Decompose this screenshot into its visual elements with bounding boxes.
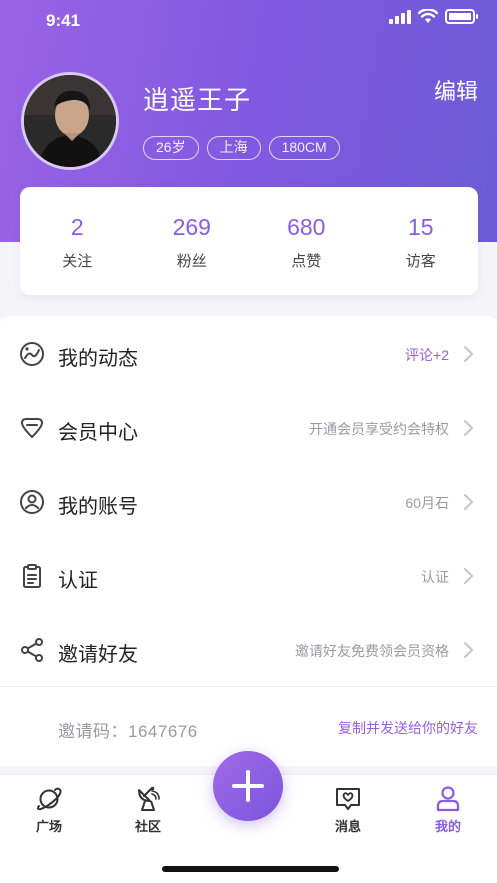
home-indicator[interactable]: [162, 866, 339, 872]
menu-label: 邀请好友: [58, 644, 138, 666]
profile-tags: 26岁 上海 180CM: [143, 136, 340, 160]
stats-card: 2 关注 269 粉丝 680 点赞 15 访客: [20, 187, 478, 295]
chevron-right-icon: [464, 346, 474, 362]
avatar-photo: [24, 75, 116, 167]
menu-label: 我的动态: [58, 348, 138, 370]
chevron-right-icon: [464, 420, 474, 436]
stat-likes[interactable]: 680 点赞: [249, 187, 364, 295]
tab-community[interactable]: 社区: [113, 785, 183, 835]
chevron-right-icon: [464, 568, 474, 584]
menu-item-account[interactable]: 我的账号 60月石: [0, 464, 497, 538]
satellite-dish-icon: [138, 786, 160, 811]
chevron-right-icon: [464, 642, 474, 658]
message-heart-icon: [336, 788, 360, 810]
tab-label: 社区: [134, 819, 161, 834]
tag-city: 上海: [206, 136, 261, 160]
menu-item-membership[interactable]: 会员中心 开通会员享受约会特权: [0, 390, 497, 464]
tab-mine[interactable]: 我的: [413, 785, 483, 835]
clipboard-icon: [23, 564, 41, 588]
signal-icon: [389, 9, 411, 24]
status-icons: [389, 9, 478, 24]
stat-value: 680: [287, 214, 326, 240]
menu-value: 开通会员享受约会特权: [309, 421, 449, 437]
chevron-right-icon: [464, 494, 474, 510]
stat-following[interactable]: 2 关注: [20, 187, 135, 295]
globe-icon: [20, 342, 44, 366]
menu-value: 60月石: [405, 495, 449, 511]
user-circle-icon: [20, 490, 44, 514]
menu-list: 我的动态 评论+2 会员中心 开通会员享受约会特权 我的账号 60月石 认证 认…: [0, 316, 497, 686]
add-post-button[interactable]: [213, 751, 283, 821]
tab-label: 广场: [35, 819, 62, 834]
diamond-icon: [21, 418, 43, 438]
menu-value: 认证: [421, 569, 449, 585]
plus-icon: [232, 770, 264, 802]
person-icon: [436, 786, 460, 812]
menu-item-invite-friends[interactable]: 邀请好友 邀请好友免费领会员资格: [0, 612, 497, 686]
menu-label: 会员中心: [58, 422, 138, 444]
menu-value: 邀请好友免费领会员资格: [295, 643, 449, 659]
tab-label: 消息: [334, 819, 361, 834]
battery-icon: [445, 9, 478, 24]
status-bar: 9:41: [0, 0, 497, 40]
menu-label: 我的账号: [58, 496, 138, 518]
stat-value: 269: [172, 214, 211, 240]
tab-label: 我的: [434, 819, 461, 834]
share-icon: [21, 638, 43, 662]
status-time: 9:41: [46, 11, 81, 30]
menu-label: 认证: [58, 570, 98, 592]
menu-value: 评论+2: [405, 347, 449, 363]
stat-label: 点赞: [291, 253, 322, 270]
stat-visitors[interactable]: 15 访客: [364, 187, 479, 295]
edit-button[interactable]: 编辑: [434, 74, 478, 106]
stat-label: 访客: [405, 253, 436, 270]
stat-label: 粉丝: [176, 253, 207, 270]
planet-icon: [36, 787, 62, 811]
avatar[interactable]: [21, 72, 119, 170]
stat-followers[interactable]: 269 粉丝: [135, 187, 250, 295]
menu-item-my-posts[interactable]: 我的动态 评论+2: [0, 316, 497, 390]
wifi-icon: [418, 9, 438, 23]
stat-value: 2: [70, 214, 84, 240]
tab-plaza[interactable]: 广场: [14, 785, 84, 835]
menu-item-verification[interactable]: 认证 认证: [0, 538, 497, 612]
tag-height: 180CM: [268, 136, 340, 160]
copy-invite-link[interactable]: 复制并发送给你的好友: [338, 718, 478, 738]
tab-messages[interactable]: 消息: [313, 785, 383, 835]
username: 逍遥王子: [143, 85, 252, 115]
tag-age: 26岁: [143, 136, 199, 160]
invite-code: 邀请码：1647676: [58, 722, 198, 741]
stat-label: 关注: [62, 253, 93, 270]
stat-value: 15: [407, 214, 434, 240]
